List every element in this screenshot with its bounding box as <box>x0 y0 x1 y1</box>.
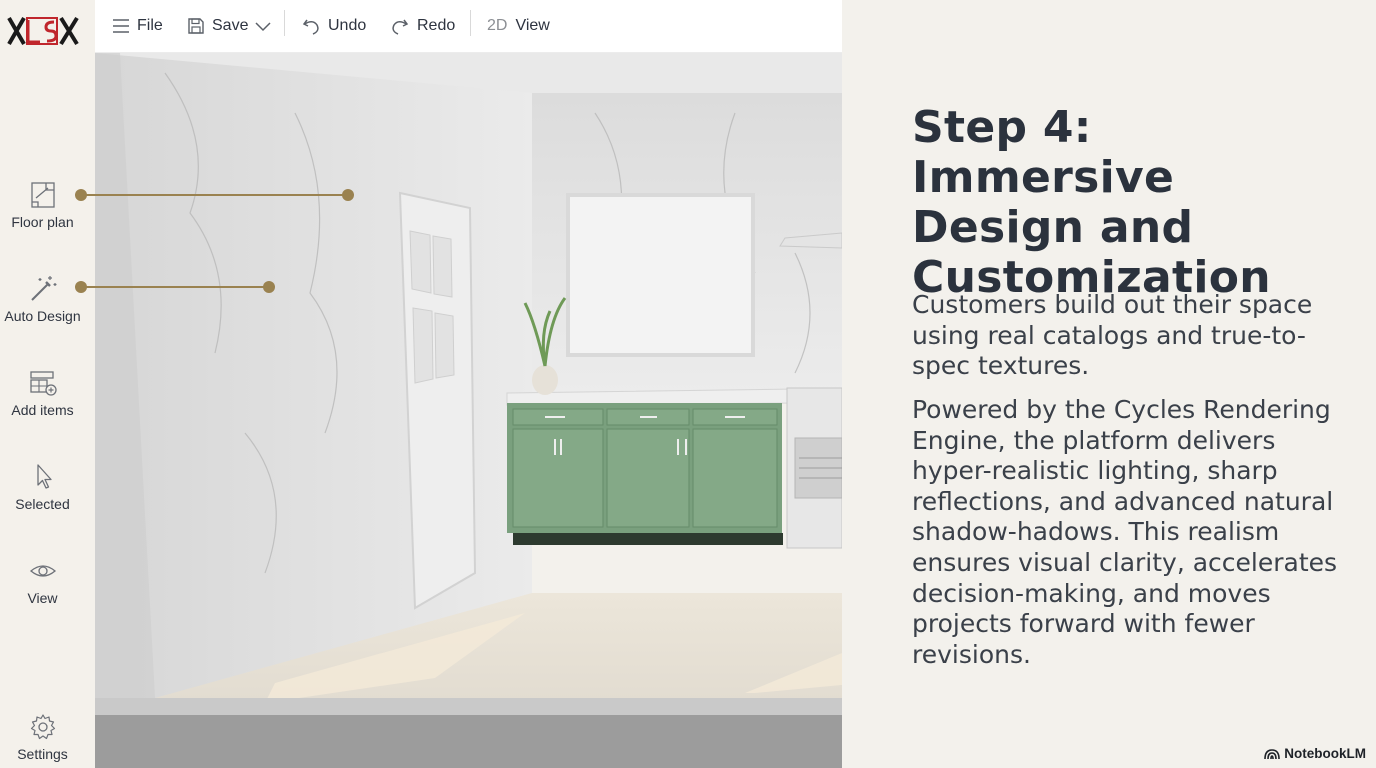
save-disk-icon <box>188 18 204 34</box>
redo-label: Redo <box>417 17 456 34</box>
slide-paragraph-intro: Customers build out their space using re… <box>912 290 1313 381</box>
sidebar-item-auto-design[interactable]: Auto Design <box>0 274 85 326</box>
kitchen-render <box>95 53 842 768</box>
left-sidebar: Floor plan Auto Design Add items Selecte… <box>0 0 96 768</box>
gear-icon <box>30 714 55 740</box>
callout-dot <box>342 189 354 201</box>
save-label: Save <box>212 17 249 34</box>
app-logo[interactable] <box>6 12 80 50</box>
sidebar-item-settings[interactable]: Settings <box>0 712 85 764</box>
sidebar-item-label: Selected <box>15 496 70 512</box>
view-mode-label: View <box>515 17 550 34</box>
callout-dot <box>263 281 275 293</box>
top-toolbar: File Save Undo Redo 2D View <box>95 0 842 53</box>
3d-viewport[interactable] <box>95 53 842 768</box>
redo-icon <box>392 19 409 35</box>
brand-label: NotebookLM <box>1284 746 1366 761</box>
cursor-icon <box>36 464 52 489</box>
slide-title: Step 4: Immersive Design and Customizati… <box>912 102 1271 303</box>
slide-text-panel: Step 4: Immersive Design and Customizati… <box>842 0 1376 768</box>
callout-dot <box>75 189 87 201</box>
undo-button[interactable]: Undo <box>301 10 366 42</box>
undo-label: Undo <box>328 17 367 34</box>
eye-icon <box>29 565 56 577</box>
sidebar-item-selected[interactable]: Selected <box>0 462 85 514</box>
toolbar-divider <box>284 10 285 36</box>
file-menu-label: File <box>137 17 163 34</box>
sidebar-item-label: Auto Design <box>4 308 81 324</box>
notebooklm-logo-icon <box>1264 748 1281 759</box>
sidebar-item-add-items[interactable]: Add items <box>0 368 85 420</box>
sidebar-item-label: Floor plan <box>11 214 74 230</box>
callout-dot <box>75 281 87 293</box>
floor-plan-callout-line <box>80 194 348 196</box>
magic-wand-icon <box>30 276 56 301</box>
undo-icon <box>302 19 319 35</box>
view-mode-button[interactable]: 2D View <box>487 10 550 42</box>
sidebar-item-floor-plan[interactable]: Floor plan <box>0 180 85 232</box>
save-button[interactable]: Save <box>187 10 272 42</box>
sidebar-item-label: Add items <box>11 402 74 418</box>
view-mode-prefix: 2D <box>487 17 508 34</box>
floor-plan-icon <box>30 182 55 208</box>
hamburger-menu-icon <box>113 19 129 33</box>
sidebar-item-label: View <box>27 590 58 606</box>
auto-design-callout-line <box>80 286 268 288</box>
file-menu-button[interactable]: File <box>112 10 163 42</box>
add-items-icon <box>29 371 57 396</box>
sidebar-item-label: Settings <box>17 746 68 762</box>
slide-paragraph-details: Powered by the Cycles Rendering Engine, … <box>912 395 1338 669</box>
sidebar-item-view[interactable]: View <box>0 556 85 608</box>
chevron-down-icon[interactable] <box>254 20 272 32</box>
redo-button[interactable]: Redo <box>390 10 455 42</box>
toolbar-divider <box>470 10 471 36</box>
notebooklm-watermark: NotebookLM <box>1264 746 1366 761</box>
